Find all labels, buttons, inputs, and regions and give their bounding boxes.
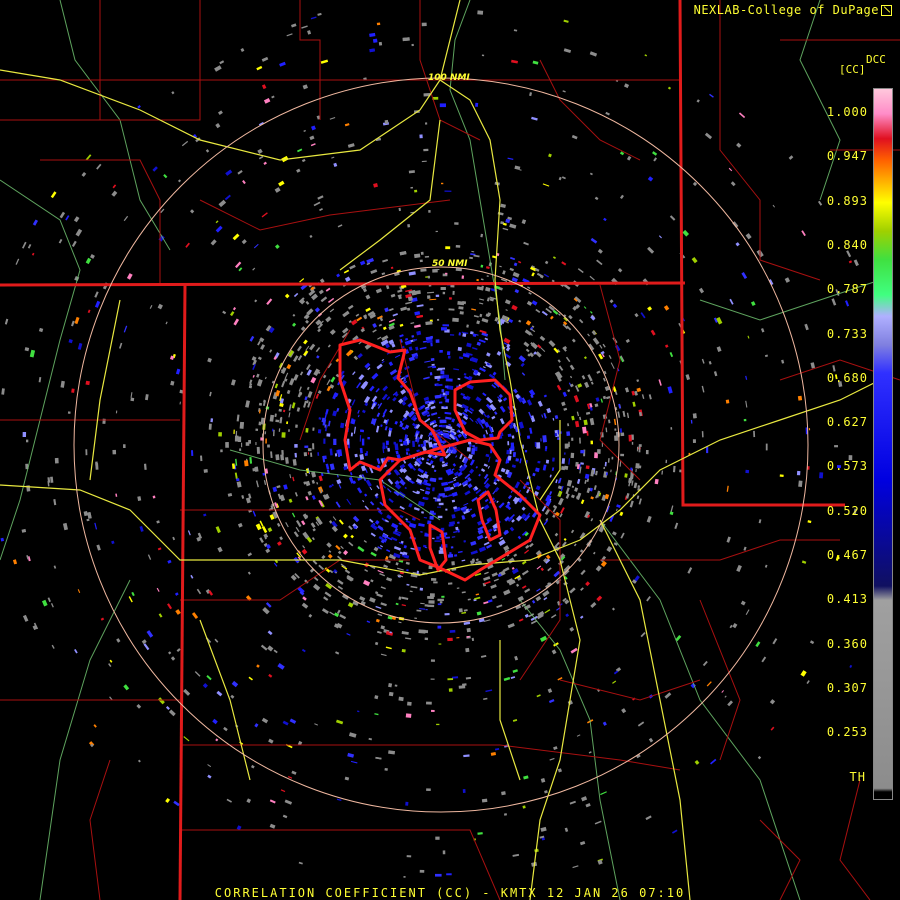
legend-tick: 0.413 — [826, 592, 868, 607]
product-footer: CORRELATION COEFFICIENT (CC) - KMTX 12 J… — [214, 886, 686, 900]
legend-tick: 0.520 — [826, 503, 868, 518]
legend-tick: 0.947 — [826, 149, 868, 164]
legend-tick: 1.000 — [826, 105, 868, 119]
source-credit: NEXLAB-College of DuPage — [694, 3, 892, 17]
legend-tick: 0.680 — [826, 370, 868, 385]
legend-tick: 0.573 — [826, 459, 868, 474]
external-link-icon[interactable] — [881, 5, 892, 16]
range-label-100: 100 NMI — [428, 73, 470, 83]
legend-tick: 0.840 — [826, 237, 868, 252]
legend-tick: 0.893 — [826, 193, 868, 208]
legend-tick: 0.307 — [826, 680, 868, 695]
legend-tick: TH — [849, 769, 866, 784]
legend-unit: [CC] — [839, 63, 866, 76]
legend-tick: 0.360 — [826, 636, 868, 651]
range-label-50: 50 NMI — [432, 259, 468, 269]
legend-tick: 0.733 — [826, 326, 868, 341]
source-credit-text: NEXLAB-College of DuPage — [693, 3, 879, 17]
radar-map — [0, 0, 900, 900]
legend-tick: 0.467 — [826, 548, 868, 562]
color-scale-bar — [873, 88, 893, 800]
legend-tick: 0.787 — [826, 282, 868, 297]
product-code: DCC — [866, 53, 886, 66]
legend-tick: 0.253 — [826, 725, 868, 740]
legend-tick: 0.627 — [826, 415, 868, 430]
